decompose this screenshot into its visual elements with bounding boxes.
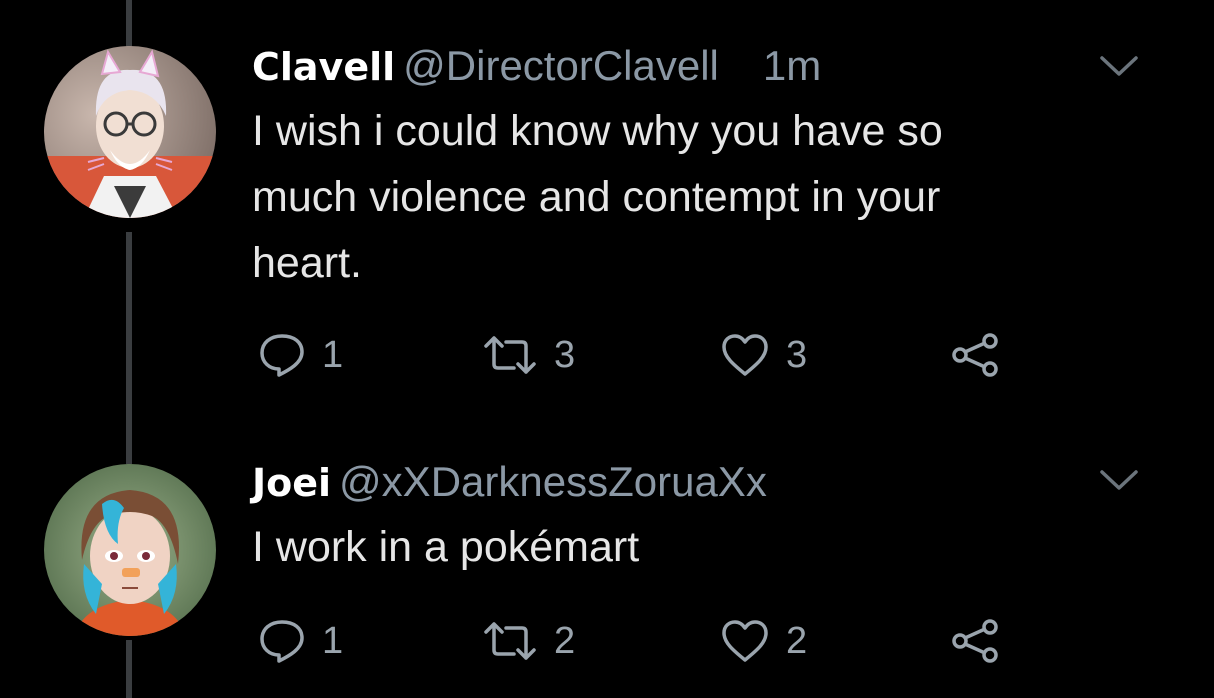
timestamp[interactable]: 1m <box>763 42 821 89</box>
tweet-text: I wish i could know why you have so much… <box>252 98 1072 296</box>
reply-icon <box>260 334 304 377</box>
tweet-header: Clavell @DirectorClavell 1m <box>252 42 821 90</box>
tweet[interactable]: Joei @xXDarknessZoruaXx I work in a pokém… <box>0 420 1214 698</box>
share-icon <box>952 333 998 377</box>
chevron-down-icon[interactable] <box>1098 52 1140 80</box>
retweet-count: 3 <box>554 333 576 376</box>
display-name[interactable]: Joei <box>252 461 331 505</box>
avatar[interactable] <box>44 46 216 218</box>
like-button[interactable]: 2 <box>720 616 807 666</box>
tweet-text-line: I work in a pokémart <box>252 523 640 571</box>
user-handle[interactable]: @DirectorClavell <box>403 42 719 89</box>
retweet-count: 2 <box>554 619 576 662</box>
tweet[interactable]: Clavell @DirectorClavell 1m I wish i could… <box>0 0 1214 420</box>
retweet-icon <box>484 336 536 374</box>
share-icon <box>952 619 998 663</box>
share-button[interactable] <box>950 330 1002 380</box>
heart-icon <box>722 620 768 662</box>
tweet-actions: 1 2 2 <box>258 616 1038 666</box>
display-name[interactable]: Clavell <box>252 45 395 89</box>
tweet-text-line: heart. <box>252 239 362 287</box>
tweet-text-line: much violence and contempt in your <box>252 173 941 221</box>
avatar-image <box>44 46 216 218</box>
reply-count: 1 <box>322 333 344 376</box>
avatar[interactable] <box>44 464 216 636</box>
tweet-text: I work in a pokémart <box>252 514 1072 580</box>
user-handle[interactable]: @xXDarknessZoruaXx <box>339 458 767 505</box>
reply-icon <box>260 620 304 663</box>
chevron-down-icon[interactable] <box>1098 466 1140 494</box>
tweet-header: Joei @xXDarknessZoruaXx <box>252 458 767 506</box>
heart-icon <box>722 334 768 376</box>
like-count: 2 <box>786 619 808 662</box>
tweet-text-line: I wish i could know why you have so <box>252 107 943 155</box>
reply-button[interactable]: 1 <box>258 616 343 666</box>
retweet-button[interactable]: 2 <box>482 616 575 666</box>
avatar-image <box>44 464 216 636</box>
like-count: 3 <box>786 333 808 376</box>
reply-count: 1 <box>322 619 344 662</box>
tweet-actions: 1 3 3 <box>258 330 1038 380</box>
like-button[interactable]: 3 <box>720 330 807 380</box>
reply-button[interactable]: 1 <box>258 330 343 380</box>
share-button[interactable] <box>950 616 1002 666</box>
retweet-icon <box>484 622 536 660</box>
retweet-button[interactable]: 3 <box>482 330 575 380</box>
